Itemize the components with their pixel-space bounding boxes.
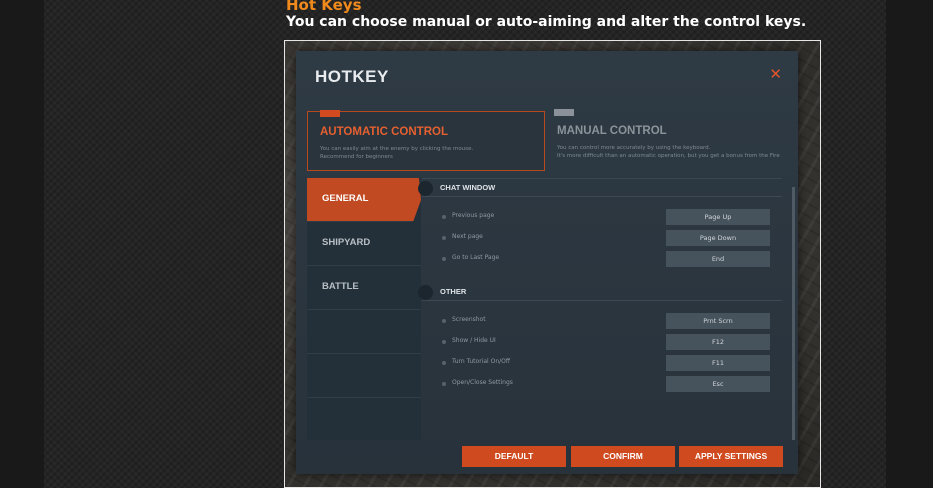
left-margin xyxy=(0,0,44,488)
mode-title: AUTOMATIC CONTROL xyxy=(320,126,448,138)
hotkey-row: Open/Close Settings Esc xyxy=(422,376,782,392)
automatic-control-option[interactable]: AUTOMATIC CONTROL You can easily aim at … xyxy=(307,110,545,171)
key-binding-button[interactable]: Page Down xyxy=(666,230,770,246)
key-binding-button[interactable]: F11 xyxy=(666,355,770,371)
section-description: You can choose manual or auto-aiming and… xyxy=(286,14,807,30)
hotkey-row: Screenshot Prnt Scrn xyxy=(422,313,782,329)
hotkey-row: Show / Hide UI F12 xyxy=(422,334,782,350)
hotkey-row: Go to Last Page End xyxy=(422,251,782,267)
bullet-icon xyxy=(442,319,446,323)
game-screenshot: HOTKEY ✕ AUTOMATIC CONTROL You can easil… xyxy=(284,40,821,488)
section-header-other: OTHER xyxy=(418,283,782,301)
tab-battle[interactable]: BATTLE xyxy=(307,266,421,310)
hotkey-label: Next page xyxy=(452,233,483,240)
right-margin xyxy=(886,0,933,488)
mode-title: MANUAL CONTROL xyxy=(557,125,667,137)
hotkey-label: Open/Close Settings xyxy=(452,379,513,386)
tab-label: SHIPYARD xyxy=(322,237,371,248)
selected-marker xyxy=(320,110,340,117)
mode-description-line: Recommend for beginners xyxy=(320,154,393,160)
tab-empty-slot xyxy=(307,310,421,354)
hotkey-label: Previous page xyxy=(452,212,495,219)
key-binding-button[interactable]: Prnt Scrn xyxy=(666,313,770,329)
bullet-icon xyxy=(442,340,446,344)
unselected-marker xyxy=(554,109,574,116)
key-binding-button[interactable]: F12 xyxy=(666,334,770,350)
section-title: OTHER xyxy=(440,287,467,296)
dialog-title: HOTKEY xyxy=(315,67,389,86)
tab-label: GENERAL xyxy=(322,193,369,204)
hotkey-row: Turn Tutorial On/Off F11 xyxy=(422,355,782,371)
hotkey-label: Show / Hide UI xyxy=(452,337,496,344)
bullet-icon xyxy=(442,382,446,386)
bullet-icon xyxy=(442,361,446,365)
tab-empty-slot xyxy=(307,354,421,398)
apply-settings-button[interactable]: APPLY SETTINGS xyxy=(679,446,783,467)
tab-shipyard[interactable]: SHIPYARD xyxy=(307,222,421,266)
manual-control-option[interactable]: MANUAL CONTROL You can control more accu… xyxy=(547,109,784,169)
scrollbar[interactable] xyxy=(792,187,795,440)
mode-description: You can control more accurately by using… xyxy=(557,144,780,160)
mode-description: You can easily aim at the enemy by click… xyxy=(320,145,473,161)
mode-description-line: It's more difficult than an automatic op… xyxy=(557,153,780,159)
close-icon[interactable]: ✕ xyxy=(769,65,782,83)
hotkey-row: Previous page Page Up xyxy=(422,209,782,225)
section-header-chat-window: CHAT WINDOW xyxy=(418,179,782,197)
hotkey-label: Screenshot xyxy=(452,316,486,323)
section-dot xyxy=(418,285,433,300)
bullet-icon xyxy=(442,236,446,240)
mode-description-line: You can control more accurately by using… xyxy=(557,145,711,151)
key-binding-button[interactable]: Page Up xyxy=(666,209,770,225)
mode-description-line: You can easily aim at the enemy by click… xyxy=(320,146,474,152)
key-binding-button[interactable]: Esc xyxy=(666,376,770,392)
hotkey-list-panel: CHAT WINDOW Previous page Page Up Next p… xyxy=(418,178,782,441)
bullet-icon xyxy=(442,257,446,261)
hotkey-row: Next page Page Down xyxy=(422,230,782,246)
default-button[interactable]: DEFAULT xyxy=(462,446,566,467)
category-tabs: GENERAL SHIPYARD BATTLE xyxy=(307,178,421,440)
hotkey-label: Turn Tutorial On/Off xyxy=(452,358,510,365)
section-heading: Hot Keys xyxy=(286,0,362,14)
hotkey-label: Go to Last Page xyxy=(452,254,500,261)
section-title: CHAT WINDOW xyxy=(440,183,496,192)
tab-general[interactable]: GENERAL xyxy=(307,178,421,222)
section-dot xyxy=(418,181,433,196)
tab-label: BATTLE xyxy=(322,281,359,292)
key-binding-button[interactable]: End xyxy=(666,251,770,267)
confirm-button[interactable]: CONFIRM xyxy=(571,446,675,467)
hotkey-dialog: HOTKEY ✕ AUTOMATIC CONTROL You can easil… xyxy=(296,51,798,474)
bullet-icon xyxy=(442,215,446,219)
